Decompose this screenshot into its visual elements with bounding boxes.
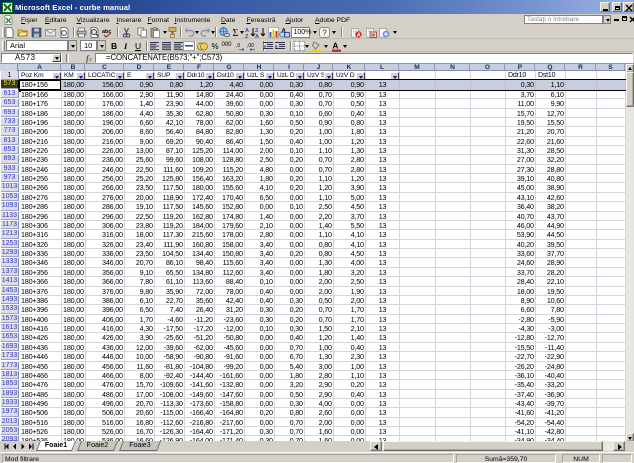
svg-text:Σ: Σ [233,28,239,38]
svg-text:A: A [333,41,339,50]
svg-text:?: ? [322,28,327,37]
svg-text:Z: Z [245,34,249,38]
svg-text:,0: ,0 [236,43,240,49]
svg-text:A: A [255,34,259,38]
svg-text:,00: ,00 [247,43,254,49]
svg-text:A: A [282,28,287,34]
svg-text:A: A [357,32,361,37]
